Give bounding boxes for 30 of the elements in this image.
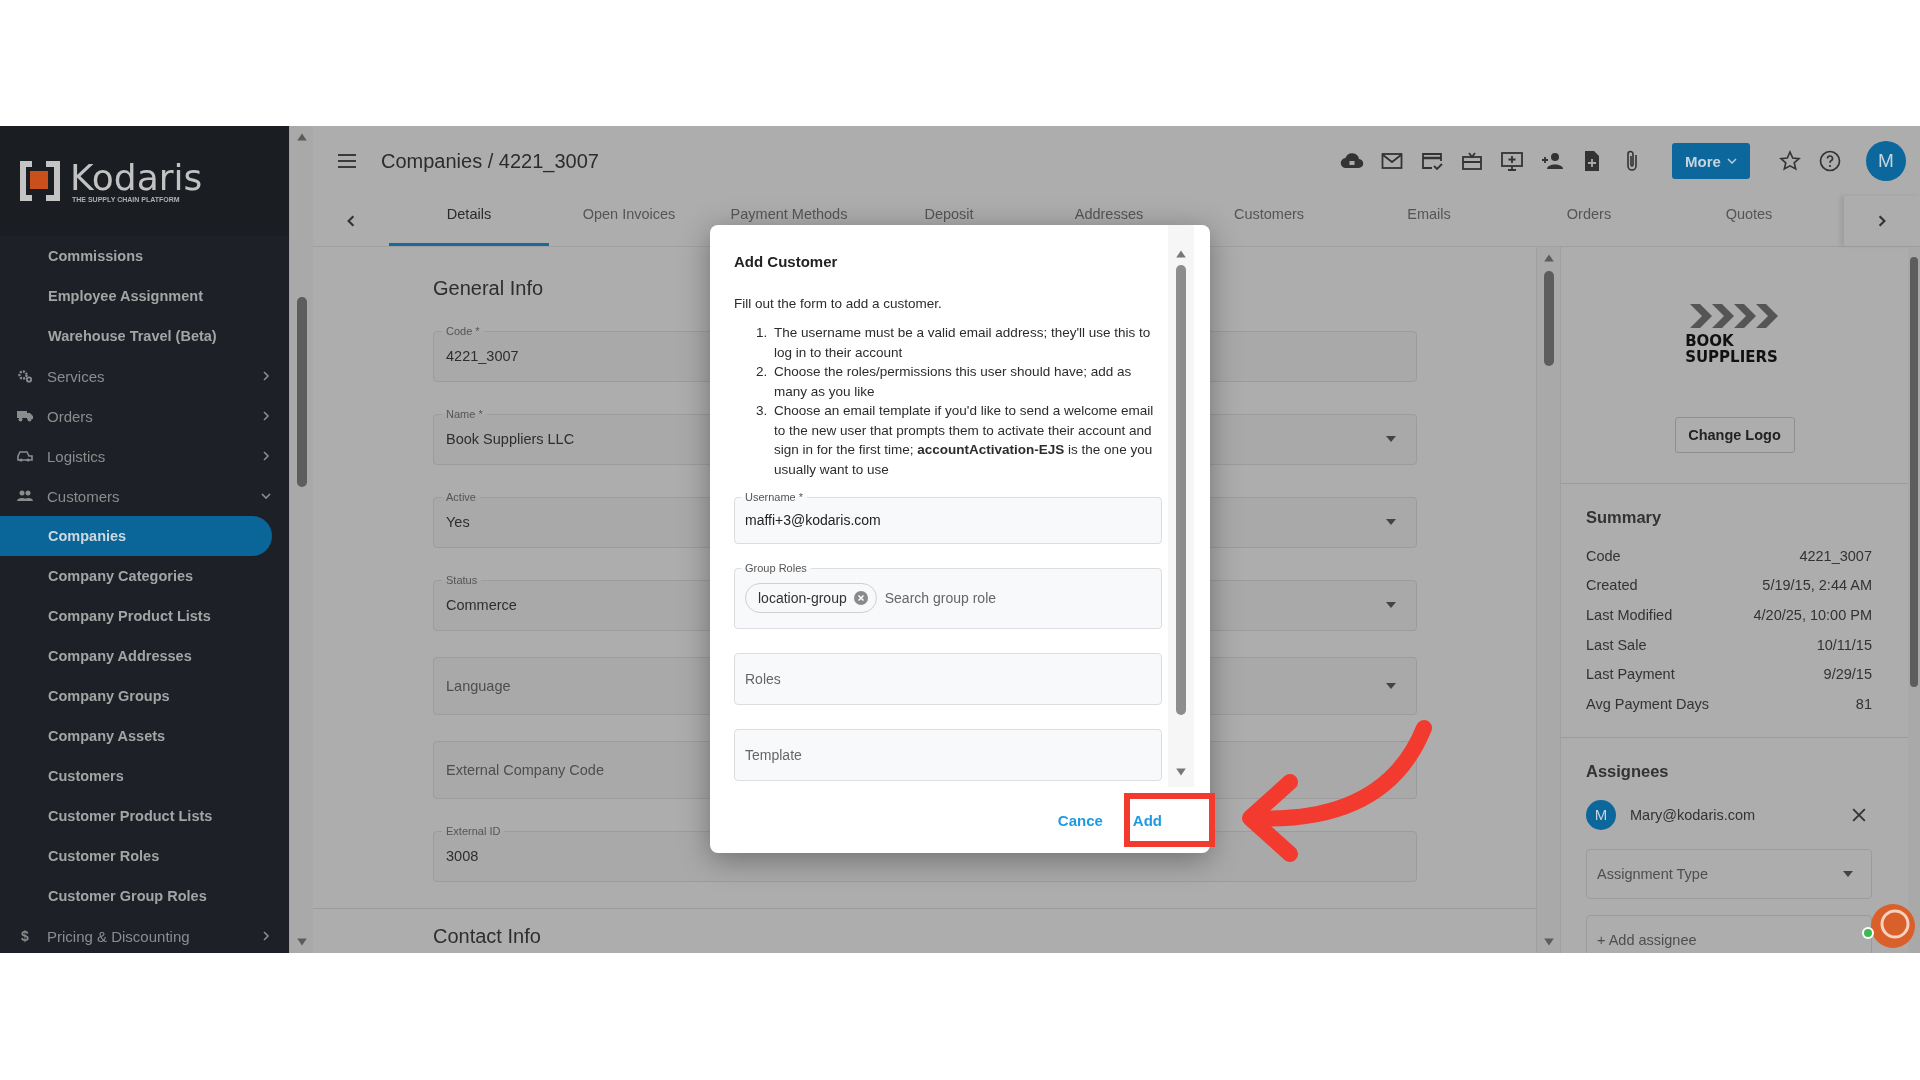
dialog-intro: Fill out the form to add a customer. xyxy=(734,296,943,311)
section-heading: Contact Info xyxy=(433,925,541,948)
summary-value: 5/19/15, 2:44 AM xyxy=(1762,577,1872,594)
step-text: Choose an email template if you'd like to send a welcome email to the new user that prompts them to activate their account and sign in for the first time; accountActivation-EJS is the one you usually want to use xyxy=(774,402,1155,479)
dialog-title: Add Customer xyxy=(734,253,838,270)
summary-label: Last Payment xyxy=(1586,666,1675,683)
company-logo-text: BOOK SUPPLIERS xyxy=(1685,333,1778,365)
step-text: Choose the roles/permissions this user should have; add as many as you like xyxy=(774,363,1133,401)
summary-value: 9/29/15 xyxy=(1823,666,1872,683)
summary-label: Created xyxy=(1586,577,1638,594)
logo-name: Kodaris xyxy=(70,159,203,196)
assignee-avatar: M xyxy=(1586,799,1616,830)
summary-value: 4221_3007 xyxy=(1799,547,1872,564)
dollar-icon: $ xyxy=(17,928,33,944)
summary-label: Last Modified xyxy=(1586,607,1673,623)
page-title: Companies / 4221_3007 xyxy=(381,149,600,173)
assignees-heading: Assignees xyxy=(1586,761,1669,781)
summary-label: Code xyxy=(1586,547,1621,564)
summary-heading: Summary xyxy=(1586,508,1662,527)
summary-label: Avg Payment Days xyxy=(1586,695,1710,712)
step-number: 1. xyxy=(756,324,769,342)
step-number: 2. xyxy=(756,363,769,381)
summary-label: Last Sale xyxy=(1586,636,1647,653)
assignee-email: Mary@kodaris.com xyxy=(1630,806,1757,823)
summary-value: 4/20/25, 10:00 PM xyxy=(1753,607,1872,623)
section-heading: General Info xyxy=(433,277,544,300)
step-number: 3. xyxy=(756,402,769,420)
summary-value: 10/11/15 xyxy=(1816,636,1872,653)
step-text: The username must be a valid email address; they'll use this to log in to their account xyxy=(774,324,1152,362)
summary-value: 81 xyxy=(1855,695,1872,712)
